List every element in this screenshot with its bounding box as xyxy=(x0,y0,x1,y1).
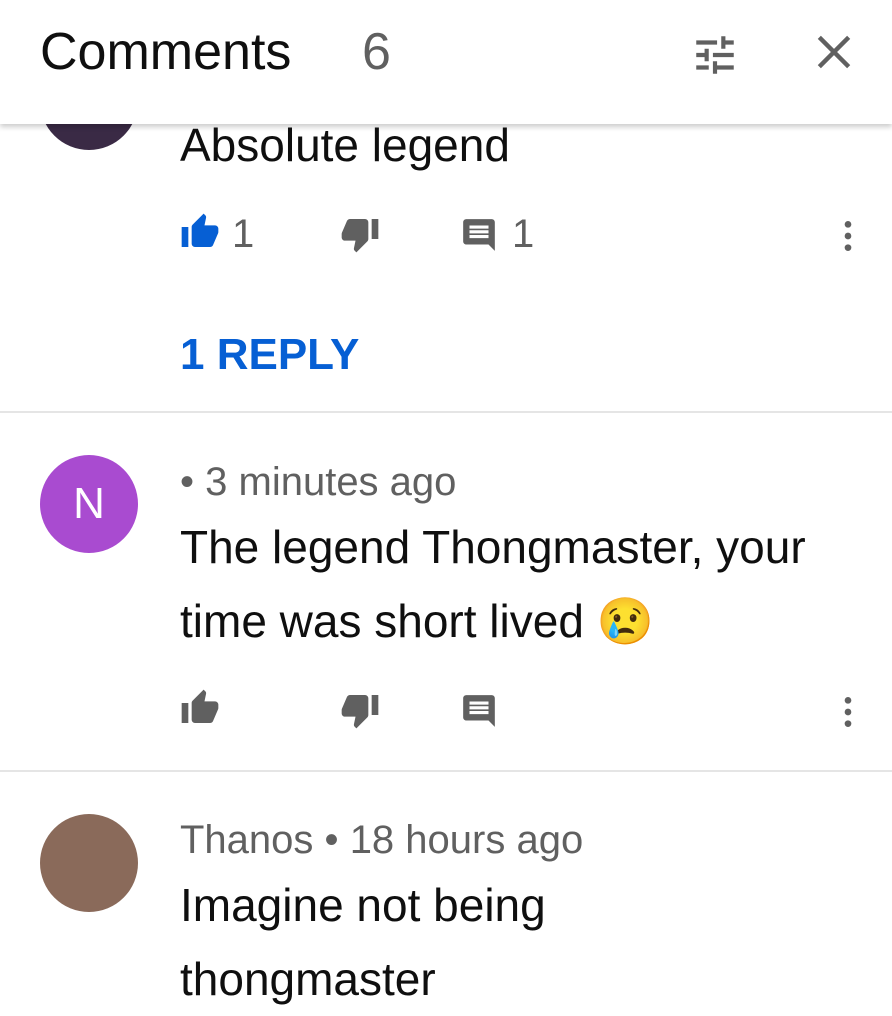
page-title: Comments xyxy=(40,23,292,81)
close-icon[interactable] xyxy=(812,30,856,79)
comment-author[interactable]: Thanos xyxy=(180,818,313,862)
separator: • xyxy=(180,460,195,504)
comment-text: The legend Thongmaster, your time was sh… xyxy=(180,521,806,647)
comment-count: 6 xyxy=(362,23,391,81)
view-replies-link[interactable]: 1 REPLY xyxy=(180,330,359,380)
comment-actions: 1 1 xyxy=(180,212,860,262)
divider xyxy=(0,411,892,413)
avatar[interactable] xyxy=(40,814,138,912)
comment-time: 3 minutes ago xyxy=(205,460,457,504)
comment-text: Imagine not being thongmaster xyxy=(180,879,546,1005)
comment-meta: Thanos • 18 hours ago xyxy=(180,818,583,863)
dislike-icon[interactable] xyxy=(340,690,380,735)
like-icon[interactable] xyxy=(180,212,220,257)
separator: • xyxy=(324,818,339,862)
comment-meta: • 3 minutes ago xyxy=(180,460,456,505)
comment-time: 18 hours ago xyxy=(349,818,584,862)
dislike-icon[interactable] xyxy=(340,214,380,259)
reply-icon[interactable] xyxy=(460,692,498,735)
sort-filter-icon[interactable] xyxy=(690,30,740,85)
more-vert-icon[interactable] xyxy=(828,216,868,261)
more-vert-icon[interactable] xyxy=(828,692,868,737)
avatar[interactable]: N xyxy=(40,455,138,553)
comment-actions xyxy=(180,688,860,738)
divider xyxy=(0,770,892,772)
reply-icon[interactable] xyxy=(460,216,498,259)
comments-header: Comments 6 xyxy=(0,0,892,124)
like-icon[interactable] xyxy=(180,688,220,733)
reply-count: 1 xyxy=(512,212,535,256)
like-count: 1 xyxy=(232,212,255,256)
